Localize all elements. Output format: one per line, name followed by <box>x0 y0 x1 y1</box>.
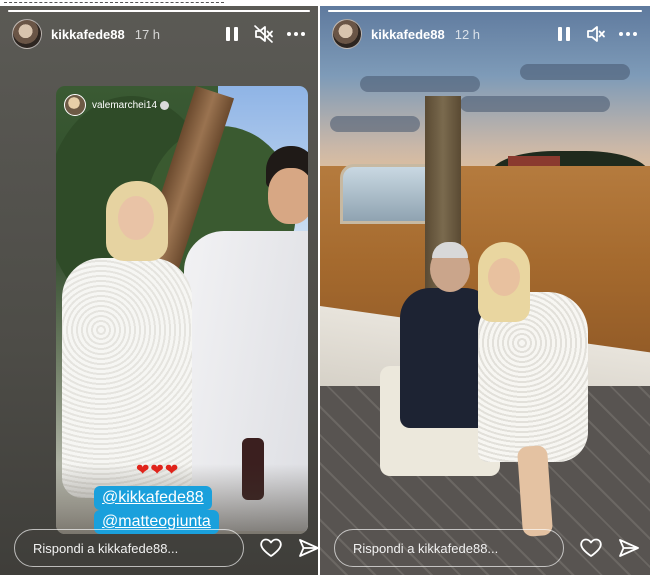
mute-icon[interactable] <box>252 22 276 46</box>
mention-kikkafede88[interactable]: @kikkafede88 <box>94 486 212 510</box>
send-icon[interactable] <box>616 535 642 561</box>
story-progress-fill <box>328 10 642 12</box>
story-progress-bar <box>328 10 642 12</box>
reply-input[interactable] <box>14 529 244 567</box>
heart-icon[interactable] <box>578 535 604 561</box>
pause-icon[interactable] <box>552 22 576 46</box>
hearts-sticker: ❤❤❤ <box>136 462 180 479</box>
pause-icon[interactable] <box>220 22 244 46</box>
more-icon[interactable] <box>616 22 640 46</box>
story-left: kikkafede88 17 h valemarchei14 ❤❤❤ @kikk… <box>0 6 318 575</box>
reply-bar <box>334 529 642 567</box>
repost-username[interactable]: valemarchei14 <box>92 100 157 111</box>
repost-avatar[interactable] <box>64 94 86 116</box>
reply-bar <box>14 529 318 567</box>
story-header: kikkafede88 17 h <box>12 18 308 50</box>
story-progress-fill <box>8 10 310 12</box>
story-right: kikkafede88 12 h <box>320 6 650 575</box>
reply-input[interactable] <box>334 529 564 567</box>
story-username[interactable]: kikkafede88 <box>51 27 125 42</box>
more-icon[interactable] <box>284 22 308 46</box>
story-header: kikkafede88 12 h <box>332 18 640 50</box>
story-time: 17 h <box>134 26 161 42</box>
story-username[interactable]: kikkafede88 <box>371 27 445 42</box>
reposted-story-card: valemarchei14 ❤❤❤ @kikkafede88 @matteogi… <box>56 86 308 534</box>
mute-icon[interactable] <box>584 22 608 46</box>
heart-icon[interactable] <box>258 535 284 561</box>
repost-header: valemarchei14 <box>64 94 170 116</box>
story-time: 12 h <box>454 26 481 42</box>
avatar[interactable] <box>332 19 362 49</box>
verified-icon <box>160 100 170 110</box>
send-icon[interactable] <box>296 535 318 561</box>
story-photo <box>320 6 650 575</box>
avatar[interactable] <box>12 19 42 49</box>
story-progress-bar <box>8 10 310 12</box>
